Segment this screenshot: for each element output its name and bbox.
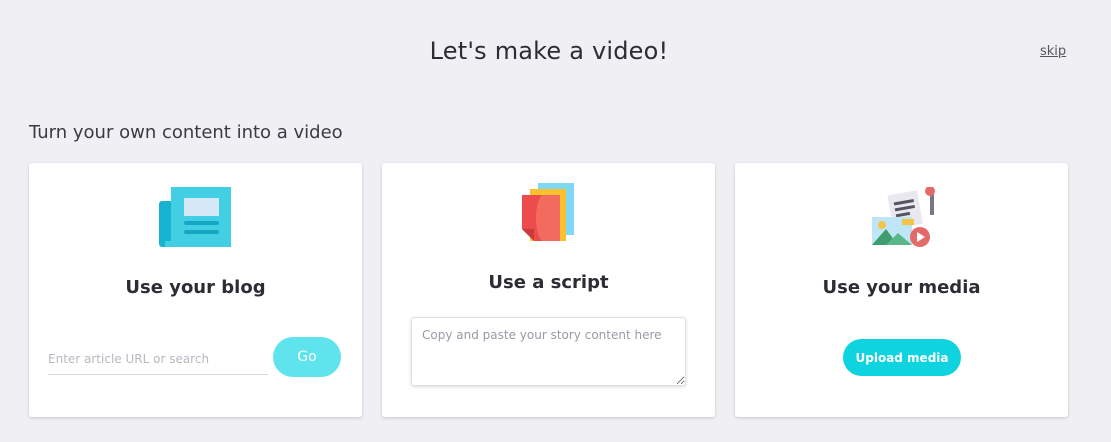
go-button[interactable]: Go [273,337,341,377]
blog-card: Use your blog Go [29,163,362,417]
media-card: Use your media Upload media [735,163,1068,417]
blog-card-title: Use your blog [125,277,266,298]
script-card-title: Use a script [488,272,609,293]
script-pages-icon [522,183,574,241]
page-title: Let's make a video! [429,37,669,65]
article-url-input[interactable] [48,343,268,375]
media-card-title: Use your media [822,277,981,298]
newspaper-icon [159,187,231,247]
section-subtitle: Turn your own content into a video [29,122,343,143]
script-card: Use a script [382,163,715,417]
skip-link[interactable]: skip [1040,44,1066,59]
onboarding-page: Let's make a video! skip Turn your own c… [0,0,1111,442]
story-content-textarea[interactable] [411,317,686,386]
media-collage-icon [872,187,935,247]
upload-media-button[interactable]: Upload media [843,339,961,376]
